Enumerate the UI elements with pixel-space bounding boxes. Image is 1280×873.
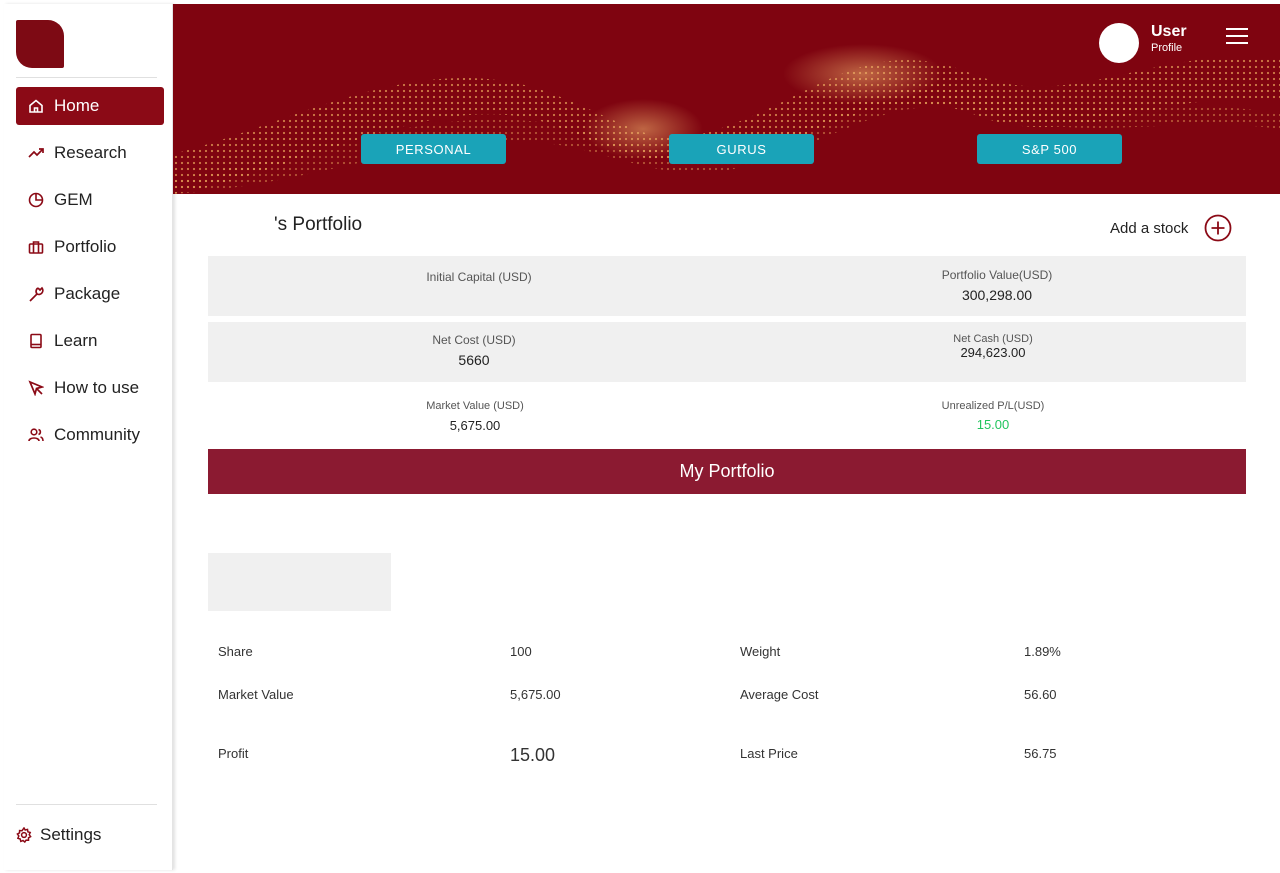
- last-price-value: 56.75: [1024, 746, 1057, 761]
- tab-sp500[interactable]: S&P 500: [977, 134, 1122, 164]
- plus-circle-icon[interactable]: [1204, 214, 1232, 242]
- summary-row: Net Cost (USD) 5660 Net Cash (USD) 294,6…: [208, 322, 1246, 382]
- sidebar-item-home[interactable]: Home: [16, 87, 164, 125]
- average-cost-label: Average Cost: [740, 687, 819, 702]
- net-cash-cell: Net Cash (USD) 294,623.00: [843, 333, 1143, 360]
- tab-personal[interactable]: PERSONAL: [361, 134, 506, 164]
- trending-up-icon: [28, 145, 44, 161]
- sidebar-item-label: Package: [54, 284, 121, 303]
- market-value-cell: Market Value (USD) 5,675.00: [325, 400, 625, 433]
- add-stock-button[interactable]: Add a stock: [1110, 214, 1232, 242]
- market-value-label: Market Value: [218, 687, 294, 702]
- unrealized-pl-cell: Unrealized P/L(USD) 15.00: [843, 400, 1143, 432]
- gear-icon: [16, 826, 32, 844]
- net-cash-label: Net Cash (USD): [953, 333, 1033, 345]
- portfolio-value-cell: Portfolio Value(USD) 300,298.00: [847, 268, 1147, 303]
- sidebar-item-label: How to use: [54, 378, 140, 397]
- add-stock-label: Add a stock: [1110, 219, 1189, 237]
- weight-label: Weight: [740, 644, 781, 659]
- profit-value: 15.00: [510, 745, 556, 765]
- stock-placeholder[interactable]: [208, 553, 391, 611]
- sidebar-divider: [16, 77, 157, 78]
- profit-label: Profit: [218, 746, 249, 761]
- wrench-icon: [28, 286, 44, 302]
- tab-gurus[interactable]: GURUS: [669, 134, 814, 164]
- sidebar: Home Research GEM Portfolio Package Lear…: [4, 4, 173, 870]
- briefcase-icon: [28, 239, 44, 255]
- unrealized-pl-label: Unrealized P/L(USD): [941, 400, 1045, 412]
- settings-label: Settings: [40, 825, 102, 844]
- share-label: Share: [218, 644, 253, 659]
- unrealized-pl-value: 15.00: [976, 417, 1010, 432]
- section-title: My Portfolio: [208, 449, 1246, 494]
- sidebar-item-gem[interactable]: GEM: [16, 181, 164, 219]
- home-icon: [28, 98, 44, 114]
- sidebar-item-settings[interactable]: Settings: [16, 822, 101, 848]
- sidebar-item-label: Learn: [54, 331, 98, 350]
- pie-chart-icon: [28, 192, 44, 208]
- net-cost-cell: Net Cost (USD) 5660: [324, 333, 624, 368]
- net-cash-value: 294,623.00: [960, 345, 1026, 360]
- sidebar-item-label: GEM: [54, 190, 93, 209]
- net-cost-value: 5660: [458, 352, 490, 368]
- sidebar-item-package[interactable]: Package: [16, 275, 164, 313]
- sidebar-item-label: Community: [54, 425, 140, 444]
- weight-value: 1.89%: [1024, 644, 1061, 659]
- sidebar-item-research[interactable]: Research: [16, 134, 164, 172]
- portfolio-value-label: Portfolio Value(USD): [941, 268, 1053, 282]
- share-value: 100: [510, 644, 532, 659]
- average-cost-value: 56.60: [1024, 687, 1057, 702]
- summary-row: Market Value (USD) 5,675.00 Unrealized P…: [208, 388, 1246, 448]
- sidebar-item-portfolio[interactable]: Portfolio: [16, 228, 164, 266]
- users-icon: [28, 427, 44, 443]
- market-value: 5,675.00: [449, 418, 501, 433]
- sidebar-item-how-to-use[interactable]: How to use: [16, 369, 164, 407]
- avatar[interactable]: [1099, 23, 1139, 63]
- market-value-value: 5,675.00: [510, 687, 561, 702]
- app-logo[interactable]: [16, 20, 64, 68]
- book-icon: [28, 333, 44, 349]
- cursor-icon: [28, 380, 44, 396]
- sidebar-item-label: Home: [54, 96, 100, 115]
- sidebar-item-label: Portfolio: [54, 237, 117, 256]
- last-price-label: Last Price: [740, 746, 798, 761]
- summary-row: Initial Capital (USD) Portfolio Value(US…: [208, 256, 1246, 316]
- initial-capital-cell: Initial Capital (USD): [329, 270, 629, 284]
- user-profile-link[interactable]: Profile: [1151, 42, 1182, 54]
- user-name[interactable]: User: [1151, 23, 1187, 41]
- sidebar-divider: [16, 804, 157, 805]
- sidebar-item-learn[interactable]: Learn: [16, 322, 164, 360]
- market-value-label: Market Value (USD): [426, 400, 524, 412]
- menu-icon[interactable]: [1226, 28, 1248, 44]
- initial-capital-label: Initial Capital (USD): [426, 270, 532, 284]
- page-title: 's Portfolio: [274, 214, 363, 235]
- net-cost-label: Net Cost (USD): [432, 333, 516, 347]
- sidebar-item-community[interactable]: Community: [16, 416, 164, 454]
- portfolio-value: 300,298.00: [961, 287, 1033, 303]
- header-banner: PERSONAL GURUS S&P 500 User Profile: [173, 4, 1280, 194]
- sidebar-item-label: Research: [54, 143, 127, 162]
